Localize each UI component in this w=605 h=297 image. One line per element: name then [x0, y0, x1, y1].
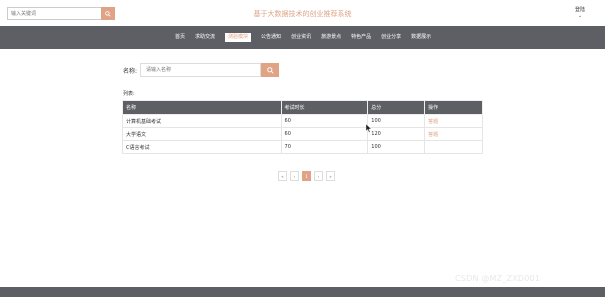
nav-item[interactable]: 旅游景点 [321, 33, 341, 42]
cell-name: C语言考试 [122, 140, 282, 154]
nav-item[interactable]: 测验模块 [225, 33, 252, 42]
filter-bar: 名称: [123, 63, 280, 77]
exam-table: 名称 考试时长 总分 操作 计算机基础考试 60 100 答题 大学语文 60 120 答题 C… [122, 100, 483, 154]
site-title: 基于大数据技术的创业推荐系统 [253, 10, 352, 18]
list-label: 列表: [123, 91, 135, 97]
nav-item[interactable]: 创业资讯 [291, 33, 311, 42]
current-page-button[interactable]: 1 [302, 171, 311, 181]
next-page-button[interactable]: › [314, 171, 323, 181]
nav-item[interactable]: 数据展示 [411, 33, 431, 42]
answer-link[interactable]: 答题 [424, 127, 483, 141]
answer-link [424, 140, 483, 154]
table-row: C语言考试 70 100 [122, 140, 483, 154]
login-dropdown[interactable]: 登陆 ⌄ [575, 6, 585, 19]
column-header-score: 总分 [367, 100, 426, 115]
column-header-name: 名称 [122, 100, 282, 115]
filter-search-button[interactable] [261, 63, 280, 77]
table-header-row: 名称 考试时长 总分 操作 [122, 100, 483, 115]
search-icon [266, 66, 274, 74]
top-header: 基于大数据技术的创业推荐系统 登陆 ⌄ [0, 0, 605, 26]
cell-score: 100 [367, 114, 426, 128]
mouse-cursor-icon [366, 124, 372, 133]
main-navbar: 首页 求助交流 测验模块 公告通知 创业资讯 旅游景点 特色产品 创业分享 数据展示 [0, 26, 605, 49]
name-filter-input[interactable] [140, 63, 262, 77]
chevron-down-icon: ⌄ [577, 13, 583, 19]
cell-duration: 70 [280, 140, 369, 154]
nav-item[interactable]: 特色产品 [351, 33, 371, 42]
column-header-action: 操作 [424, 100, 483, 115]
table-row: 大学语文 60 120 答题 [122, 127, 483, 141]
pagination: « ‹ 1 › » [278, 171, 335, 181]
cell-score: 120 [367, 127, 426, 141]
nav-list: 首页 求助交流 测验模块 公告通知 创业资讯 旅游景点 特色产品 创业分享 数据展示 [175, 33, 441, 42]
answer-link[interactable]: 答题 [424, 114, 483, 128]
first-page-button[interactable]: « [278, 171, 287, 181]
footer-bar [0, 287, 605, 297]
cell-duration: 60 [280, 114, 369, 128]
table-row: 计算机基础考试 60 100 答题 [122, 114, 483, 128]
nav-item[interactable]: 首页 [175, 33, 185, 42]
cell-name: 大学语文 [122, 127, 282, 141]
last-page-button[interactable]: » [326, 171, 335, 181]
prev-page-button[interactable]: ‹ [290, 171, 299, 181]
cell-name: 计算机基础考试 [122, 114, 282, 128]
cell-duration: 60 [280, 127, 369, 141]
nav-item[interactable]: 求助交流 [195, 33, 215, 42]
nav-item[interactable]: 创业分享 [381, 33, 401, 42]
cell-score: 100 [367, 140, 426, 154]
nav-item[interactable]: 公告通知 [261, 33, 281, 42]
name-filter-label: 名称: [123, 67, 138, 75]
login-label: 登陆 [575, 7, 586, 13]
column-header-duration: 考试时长 [280, 100, 369, 115]
watermark: CSDN @MZ_ZXD001 [455, 274, 541, 283]
